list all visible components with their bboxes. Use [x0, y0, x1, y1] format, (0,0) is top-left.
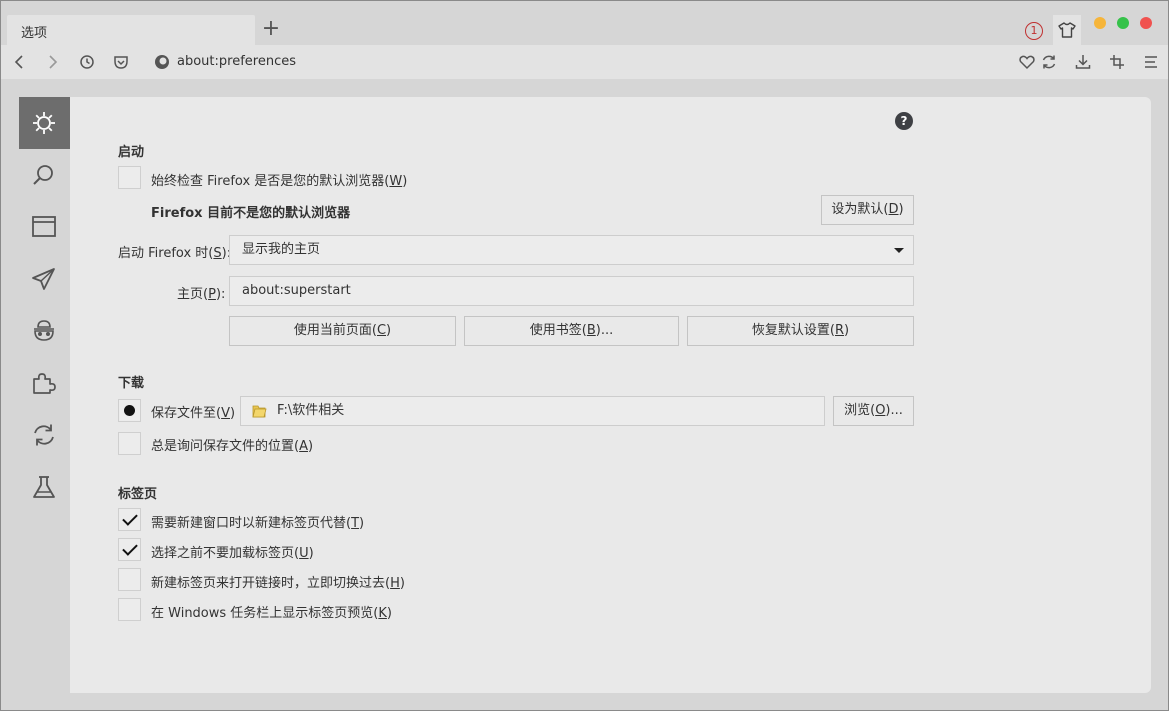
- help-icon[interactable]: ?: [895, 112, 913, 130]
- puzzle-icon: [33, 373, 56, 394]
- minimize-button[interactable]: [1094, 17, 1106, 29]
- tab-option-label[interactable]: 需要新建窗口时以新建标签页代替(T): [151, 512, 364, 531]
- section-title-downloads: 下载: [118, 376, 145, 391]
- checkbox-always-check-default[interactable]: [118, 166, 141, 189]
- forward-icon[interactable]: [43, 53, 61, 71]
- use-bookmark-button[interactable]: 使用书签(B)...: [464, 316, 679, 346]
- radio-save-to[interactable]: [118, 399, 141, 422]
- sidebar-item-privacy[interactable]: [19, 305, 70, 357]
- window-icon: [32, 216, 56, 237]
- tab-strip: 选项 + 1: [1, 1, 1168, 45]
- paper-plane-icon: [32, 268, 55, 290]
- section-title-tabs: 标签页: [118, 487, 158, 502]
- use-current-pages-button[interactable]: 使用当前页面(C): [229, 316, 456, 346]
- download-icon[interactable]: [1074, 53, 1092, 71]
- restore-default-button[interactable]: 恢复默认设置(R): [687, 316, 914, 346]
- startup-select-value: 显示我的主页: [242, 242, 321, 257]
- checkbox-taskbar-previews[interactable]: [118, 598, 141, 621]
- preferences-sidebar: [19, 97, 70, 517]
- tab-option-label[interactable]: 在 Windows 任务栏上显示标签页预览(K): [151, 602, 392, 621]
- tab-option-label[interactable]: 新建标签页来打开链接时，立即切换过去(H): [151, 572, 405, 591]
- tab-title: 选项: [21, 26, 48, 41]
- sidebar-item-search[interactable]: [19, 149, 70, 201]
- heart-icon[interactable]: [1018, 53, 1036, 71]
- mask-icon: [34, 320, 54, 341]
- theme-button[interactable]: [1053, 15, 1081, 45]
- browser-window: 选项 + 1 about:preferences ? 启动 始终检查 Firef…: [0, 0, 1169, 711]
- nav-toolbar: about:preferences: [1, 45, 1168, 79]
- browse-button[interactable]: 浏览(O)...: [833, 396, 914, 426]
- always-check-default-label[interactable]: 始终检查 Firefox 是否是您的默认浏览器(W): [151, 170, 407, 189]
- checkbox-switch-to-new-tab[interactable]: [118, 568, 141, 591]
- gear-icon: [33, 112, 55, 134]
- homepage-input[interactable]: about:superstart: [229, 276, 914, 306]
- sidebar-item-applications[interactable]: [19, 253, 70, 305]
- checkbox-open-new-windows-in-tab[interactable]: [118, 508, 141, 531]
- flask-icon: [33, 476, 55, 498]
- homepage-input-value: about:superstart: [242, 283, 351, 298]
- screenshot-icon[interactable]: [1108, 53, 1126, 71]
- always-ask-label[interactable]: 总是询问保存文件的位置(A): [151, 435, 313, 454]
- firefox-page-icon: [155, 55, 169, 69]
- preferences-panel: ? 启动 始终检查 Firefox 是否是您的默认浏览器(W) Firefox …: [70, 97, 1151, 693]
- save-path-field[interactable]: F:\软件相关: [240, 396, 825, 426]
- history-icon[interactable]: [78, 53, 96, 71]
- back-icon[interactable]: [11, 53, 29, 71]
- sidebar-item-security[interactable]: [19, 357, 70, 409]
- section-title-startup: 启动: [118, 145, 145, 160]
- chevron-down-icon: [894, 248, 904, 253]
- refresh-icon[interactable]: [1040, 53, 1058, 71]
- sync-icon: [34, 424, 54, 446]
- homepage-label: 主页(P):: [177, 287, 226, 302]
- sidebar-item-sync[interactable]: [19, 409, 70, 461]
- checkbox-dont-load-until-selected[interactable]: [118, 538, 141, 561]
- sidebar-item-general[interactable]: [19, 97, 70, 149]
- maximize-button[interactable]: [1117, 17, 1129, 29]
- sidebar-item-content[interactable]: [19, 201, 70, 253]
- tab-option-label[interactable]: 选择之前不要加载标签页(U): [151, 542, 314, 561]
- checkbox-always-ask[interactable]: [118, 432, 141, 455]
- close-button[interactable]: [1140, 17, 1152, 29]
- when-starts-label: 启动 Firefox 时(S):: [118, 246, 232, 261]
- startup-select[interactable]: 显示我的主页: [229, 235, 914, 265]
- url-bar[interactable]: about:preferences: [177, 54, 296, 69]
- notification-badge-icon[interactable]: 1: [1025, 22, 1043, 40]
- set-default-button[interactable]: 设为默认(D): [821, 195, 914, 225]
- menu-icon[interactable]: [1142, 53, 1160, 71]
- folder-icon: [252, 405, 267, 418]
- sidebar-item-advanced[interactable]: [19, 461, 70, 513]
- tshirt-icon: [1058, 22, 1076, 38]
- search-icon: [33, 165, 53, 185]
- new-tab-button[interactable]: +: [259, 17, 283, 41]
- tab-preferences[interactable]: 选项: [7, 15, 255, 45]
- pocket-icon[interactable]: [112, 53, 130, 71]
- save-to-label[interactable]: 保存文件至(V): [151, 402, 235, 421]
- default-browser-status: Firefox 目前不是您的默认浏览器: [151, 206, 351, 221]
- save-path-value: F:\软件相关: [277, 403, 345, 418]
